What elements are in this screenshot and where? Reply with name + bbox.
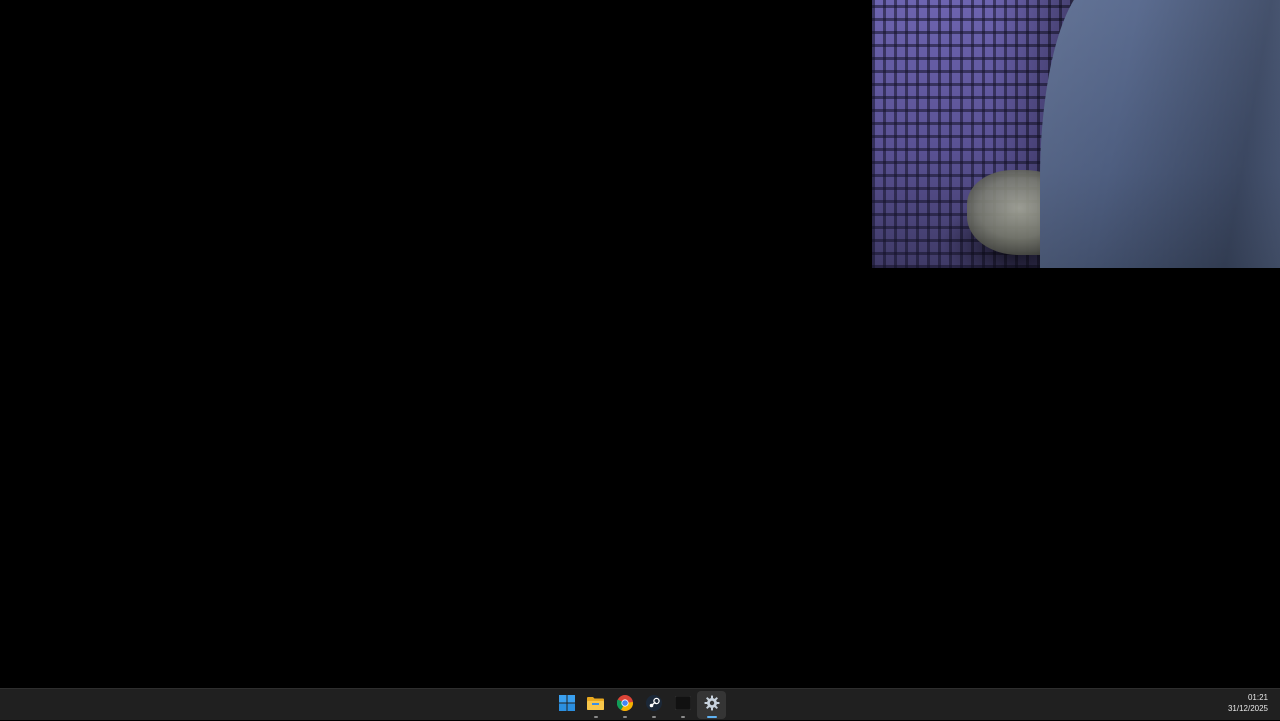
browser-icon	[616, 694, 633, 716]
steam-button[interactable]	[639, 691, 668, 719]
clock-time: 01:21	[1247, 693, 1268, 702]
running-indicator	[622, 716, 627, 718]
running-indicator	[680, 716, 685, 718]
start-button[interactable]	[552, 691, 581, 719]
folder-icon	[587, 696, 604, 715]
file-explorer-button[interactable]	[581, 691, 610, 719]
webcam-feed-window[interactable]	[872, 0, 1280, 268]
running-indicator	[593, 716, 598, 718]
running-indicator	[651, 716, 656, 718]
settings-gear-icon	[704, 695, 720, 716]
desktop	[0, 0, 1280, 688]
clock-date: 31/12/2025	[1227, 704, 1268, 713]
taskbar-apps	[552, 689, 726, 721]
taskbar: 01:21 31/12/2025	[0, 688, 1280, 720]
settings-button[interactable]	[697, 691, 726, 719]
terminal-button[interactable]	[668, 691, 697, 719]
system-clock[interactable]: 01:21 31/12/2025	[1228, 692, 1268, 714]
terminal-icon	[674, 695, 691, 715]
webcam-blanket	[1040, 0, 1280, 268]
steam-icon	[645, 694, 662, 716]
windows-start-icon	[558, 694, 575, 716]
browser-button[interactable]	[610, 691, 639, 719]
active-indicator	[706, 716, 717, 718]
